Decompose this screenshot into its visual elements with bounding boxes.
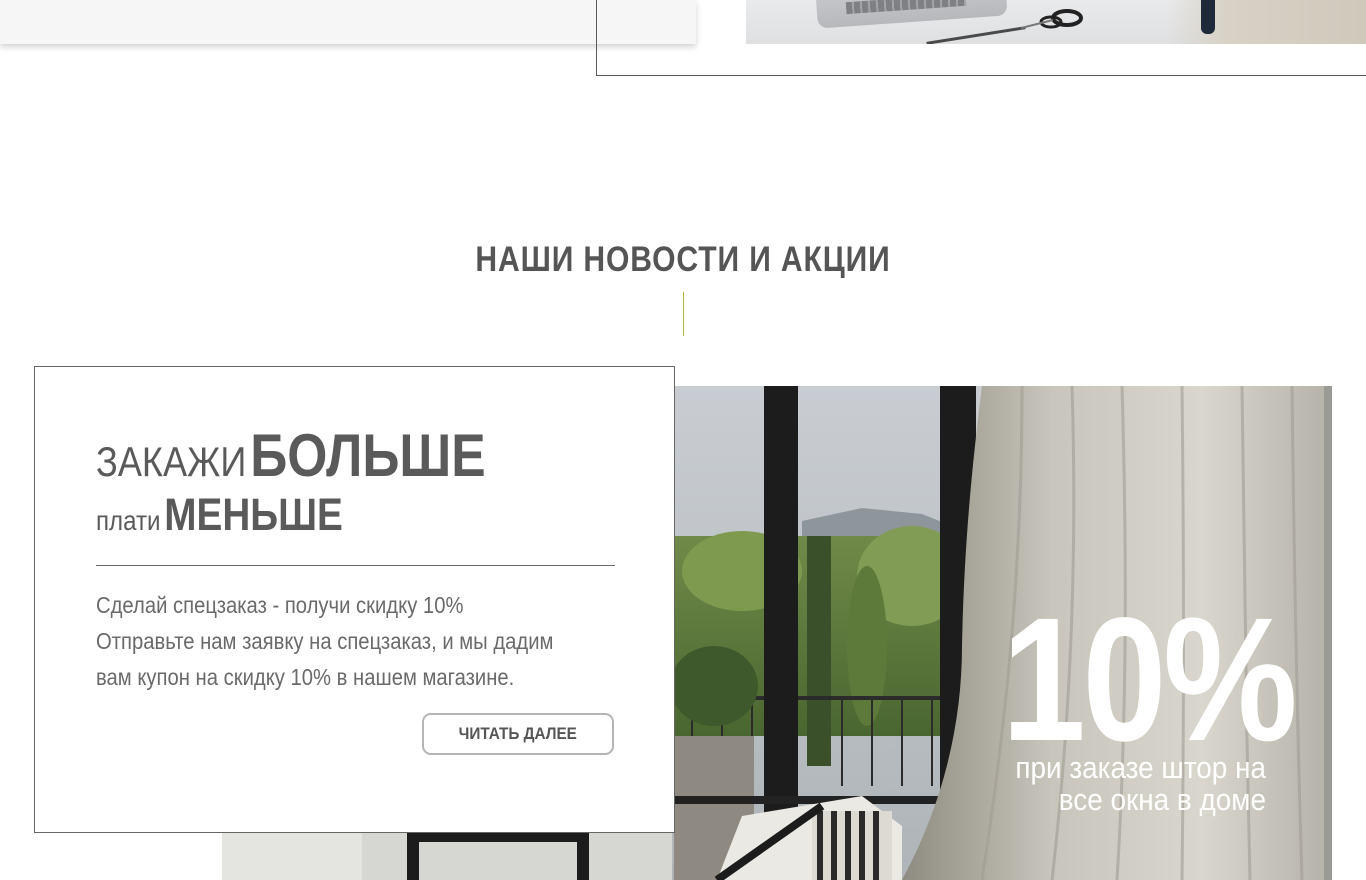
previous-section-photo [746,0,1366,44]
discount-caption-line-1: при заказе штор на [1015,750,1266,785]
promo-description: Сделай спецзаказ - получи скидку 10% Отп… [96,587,624,695]
promo-text-line-1: Сделай спецзаказ - получи скидку 10% [96,592,464,618]
read-more-label: ЧИТАТЬ ДАЛЕЕ [458,724,578,743]
promo-divider [96,565,615,566]
read-more-button[interactable]: ЧИТАТЬ ДАЛЕЕ [422,713,614,755]
discount-caption: при заказе штор на все окна в доме [978,752,1266,816]
promo-title-light-2: плати [96,505,161,536]
section-title: НАШИ НОВОСТИ И АКЦИИ [475,240,891,279]
promo-title-line-2: плати МЕНЬШЕ [96,489,343,541]
discount-caption-line-2: все окна в доме [1058,782,1266,817]
previous-section-card [0,0,696,44]
title-accent-line [683,292,684,336]
promo-title-bold-1: БОЛЬШЕ [250,422,486,489]
pen-image [926,26,1026,44]
promo-text-line-2: Отправьте нам заявку на спецзаказ, и мы … [96,628,554,654]
promo-text-line-3: вам купон на скидку 10% в нашем магазине… [96,664,515,690]
discount-percent: 10% [1001,582,1297,778]
promo-title-bold-2: МЕНЬШЕ [164,489,343,540]
person-image [1166,0,1366,44]
scissors-image [1021,9,1083,29]
promo-card: ЗАКАЖИ БОЛЬШЕ плати МЕНЬШЕ Сделай спецза… [34,366,675,833]
promo-title-light-1: ЗАКАЖИ [96,438,247,485]
sleeve-image [1201,0,1215,34]
promo-title-line-1: ЗАКАЖИ БОЛЬШЕ [96,421,486,490]
